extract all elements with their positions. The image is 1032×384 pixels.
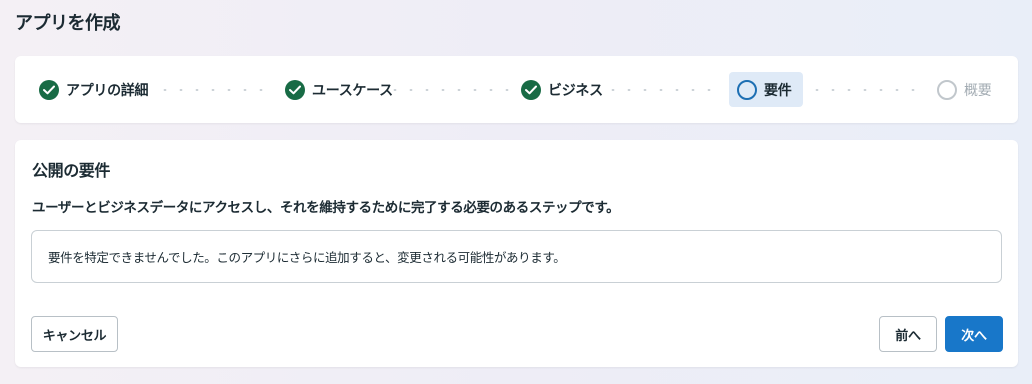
check-icon bbox=[39, 79, 59, 100]
step-connector bbox=[387, 89, 509, 91]
section-description: ユーザーとビジネスデータにアクセスし、それを維持するために完了する必要のあるステ… bbox=[32, 200, 620, 216]
step-requirements[interactable]: 要件 bbox=[729, 72, 803, 107]
step-connector bbox=[809, 89, 927, 91]
step-label: 概要 bbox=[964, 82, 992, 99]
step-app-details[interactable]: アプリの詳細 bbox=[31, 72, 156, 107]
step-label: 要件 bbox=[764, 82, 792, 99]
ring-icon bbox=[737, 79, 757, 100]
notice-text: 要件を特定できませんでした。このアプリにさらに追加すると、変更される可能性があり… bbox=[48, 250, 566, 265]
step-overview[interactable]: 概要 bbox=[929, 72, 999, 107]
step-label: アプリの詳細 bbox=[66, 82, 149, 99]
back-button[interactable]: 前へ bbox=[879, 316, 937, 352]
check-icon bbox=[285, 79, 305, 100]
step-connector bbox=[157, 89, 271, 91]
progress-stepper: アプリの詳細 ユースケース ビジネス 要件 概要 bbox=[15, 56, 1018, 123]
requirements-notice: 要件を特定できませんでした。このアプリにさらに追加すると、変更される可能性があり… bbox=[31, 230, 1002, 283]
check-icon bbox=[521, 79, 541, 100]
section-title: 公開の要件 bbox=[32, 161, 111, 180]
step-connector bbox=[605, 89, 723, 91]
next-button[interactable]: 次へ bbox=[945, 316, 1003, 352]
requirements-panel: 公開の要件 ユーザーとビジネスデータにアクセスし、それを維持するために完了する必… bbox=[15, 140, 1018, 367]
cancel-button[interactable]: キャンセル bbox=[31, 316, 118, 352]
ring-icon bbox=[937, 79, 957, 100]
step-business[interactable]: ビジネス bbox=[513, 72, 611, 107]
step-use-cases[interactable]: ユースケース bbox=[277, 72, 401, 107]
step-label: ビジネス bbox=[548, 82, 603, 99]
step-label: ユースケース bbox=[312, 82, 393, 99]
page-title: アプリを作成 bbox=[15, 13, 121, 34]
